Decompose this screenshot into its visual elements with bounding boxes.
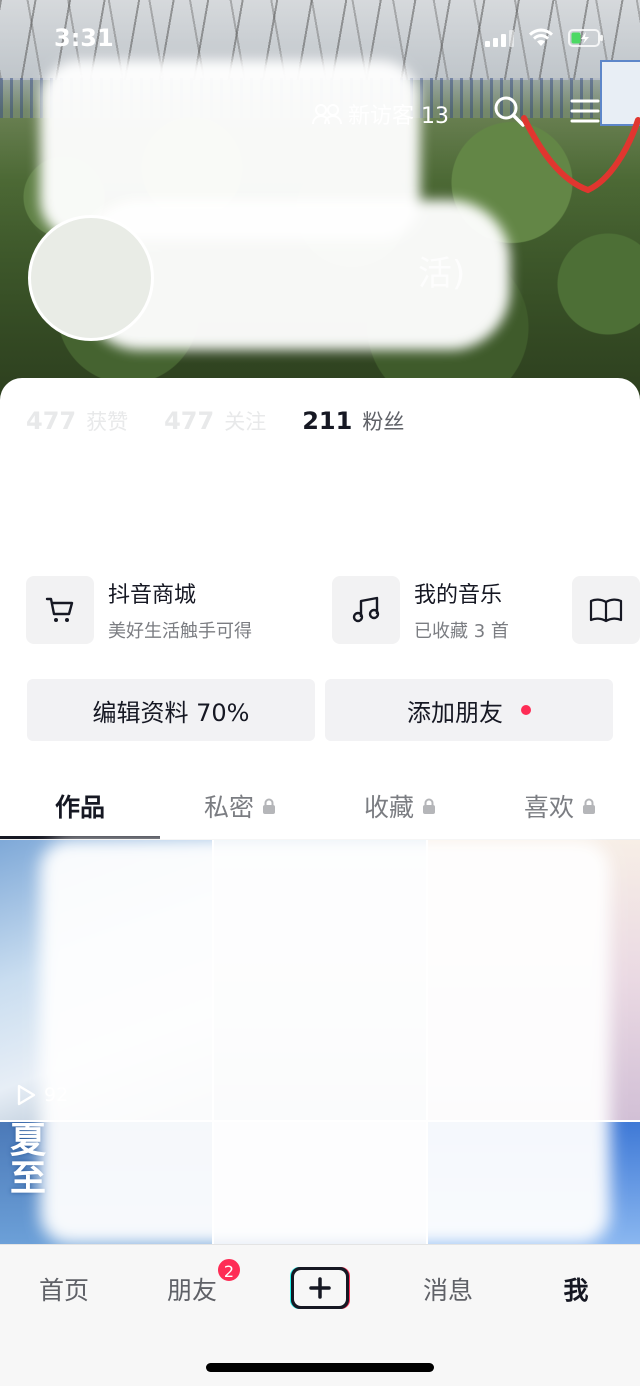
friends-notification-badge: 2 <box>216 1257 242 1283</box>
play-icon <box>17 1084 36 1106</box>
douyin-mall-title: 抖音商城 <box>108 583 197 608</box>
tab-private[interactable]: 私密 <box>160 788 320 824</box>
likes-label: 获赞 <box>86 410 129 434</box>
tab-favorites-label: 收藏 <box>363 793 414 822</box>
my-music-subtitle: 已收藏 3 首 <box>414 621 509 642</box>
nav-home[interactable]: 首页 <box>0 1271 128 1307</box>
new-visitors-button[interactable]: 新访客 13 <box>312 98 449 130</box>
cellular-signal-icon <box>485 29 514 47</box>
followers-label: 粉丝 <box>362 410 405 434</box>
tab-likes[interactable]: 喜欢 <box>480 788 640 824</box>
tab-works-label: 作品 <box>54 793 105 822</box>
profile-action-buttons: 编辑资料 70% 添加朋友 <box>27 679 613 741</box>
lock-icon <box>583 798 595 814</box>
likes-stat[interactable]: 477 获赞 <box>26 406 128 436</box>
followers-count: 211 <box>302 407 353 435</box>
service-shortcuts: 抖音商城 美好生活触手可得 我的音乐 已收藏 3 首 <box>26 576 640 646</box>
following-count: 477 <box>164 407 215 435</box>
battery-icon <box>568 29 604 47</box>
add-friend-label: 添加朋友 <box>407 698 503 727</box>
tab-works[interactable]: 作品 <box>0 788 160 824</box>
profile-name-fragment: 活) <box>418 254 466 294</box>
wifi-icon <box>528 28 554 48</box>
new-indicator-dot <box>521 705 531 715</box>
my-music-title: 我的音乐 <box>414 583 503 608</box>
edit-profile-button[interactable]: 编辑资料 70% <box>27 679 315 741</box>
followers-stat[interactable]: 211 粉丝 <box>302 406 404 436</box>
nav-messages[interactable]: 消息 <box>384 1271 512 1307</box>
book-shortcut[interactable] <box>572 576 640 644</box>
lock-icon <box>263 798 275 814</box>
add-friend-button[interactable]: 添加朋友 <box>325 679 613 741</box>
book-icon <box>572 576 640 644</box>
redaction-blur <box>40 840 610 1244</box>
home-indicator[interactable] <box>206 1363 434 1372</box>
following-stat[interactable]: 477 关注 <box>164 406 266 436</box>
nav-me[interactable]: 我 <box>512 1271 640 1307</box>
avatar[interactable] <box>28 215 154 341</box>
new-visitors-label: 新访客 13 <box>348 104 449 129</box>
red-annotation-mark <box>521 115 640 194</box>
tab-favorites[interactable]: 收藏 <box>320 788 480 824</box>
douyin-mall-shortcut[interactable]: 抖音商城 美好生活触手可得 <box>26 576 252 644</box>
visitors-icon <box>312 104 342 125</box>
bottom-navigation: 首页 朋友 2 消息 我 <box>0 1244 640 1386</box>
status-time: 3:31 <box>54 24 114 52</box>
edit-profile-label: 编辑资料 70% <box>92 698 250 727</box>
following-label: 关注 <box>224 410 267 434</box>
tab-likes-label: 喜欢 <box>523 793 574 822</box>
douyin-mall-subtitle: 美好生活触手可得 <box>108 621 252 642</box>
tab-private-label: 私密 <box>203 793 254 822</box>
lock-icon <box>423 798 435 814</box>
status-icons <box>485 28 604 48</box>
status-bar: 3:31 <box>0 0 640 80</box>
likes-count: 477 <box>26 407 77 435</box>
profile-tabs: 作品 私密 收藏 喜欢 <box>0 774 640 838</box>
video-grid: 92 夏 至 <box>0 840 640 1244</box>
create-button[interactable] <box>287 1265 353 1311</box>
music-note-icon <box>332 576 400 644</box>
my-music-shortcut[interactable]: 我的音乐 已收藏 3 首 <box>332 576 509 644</box>
profile-stats: 477 获赞 477 关注 211 粉丝 <box>26 406 404 436</box>
cart-icon <box>26 576 94 644</box>
